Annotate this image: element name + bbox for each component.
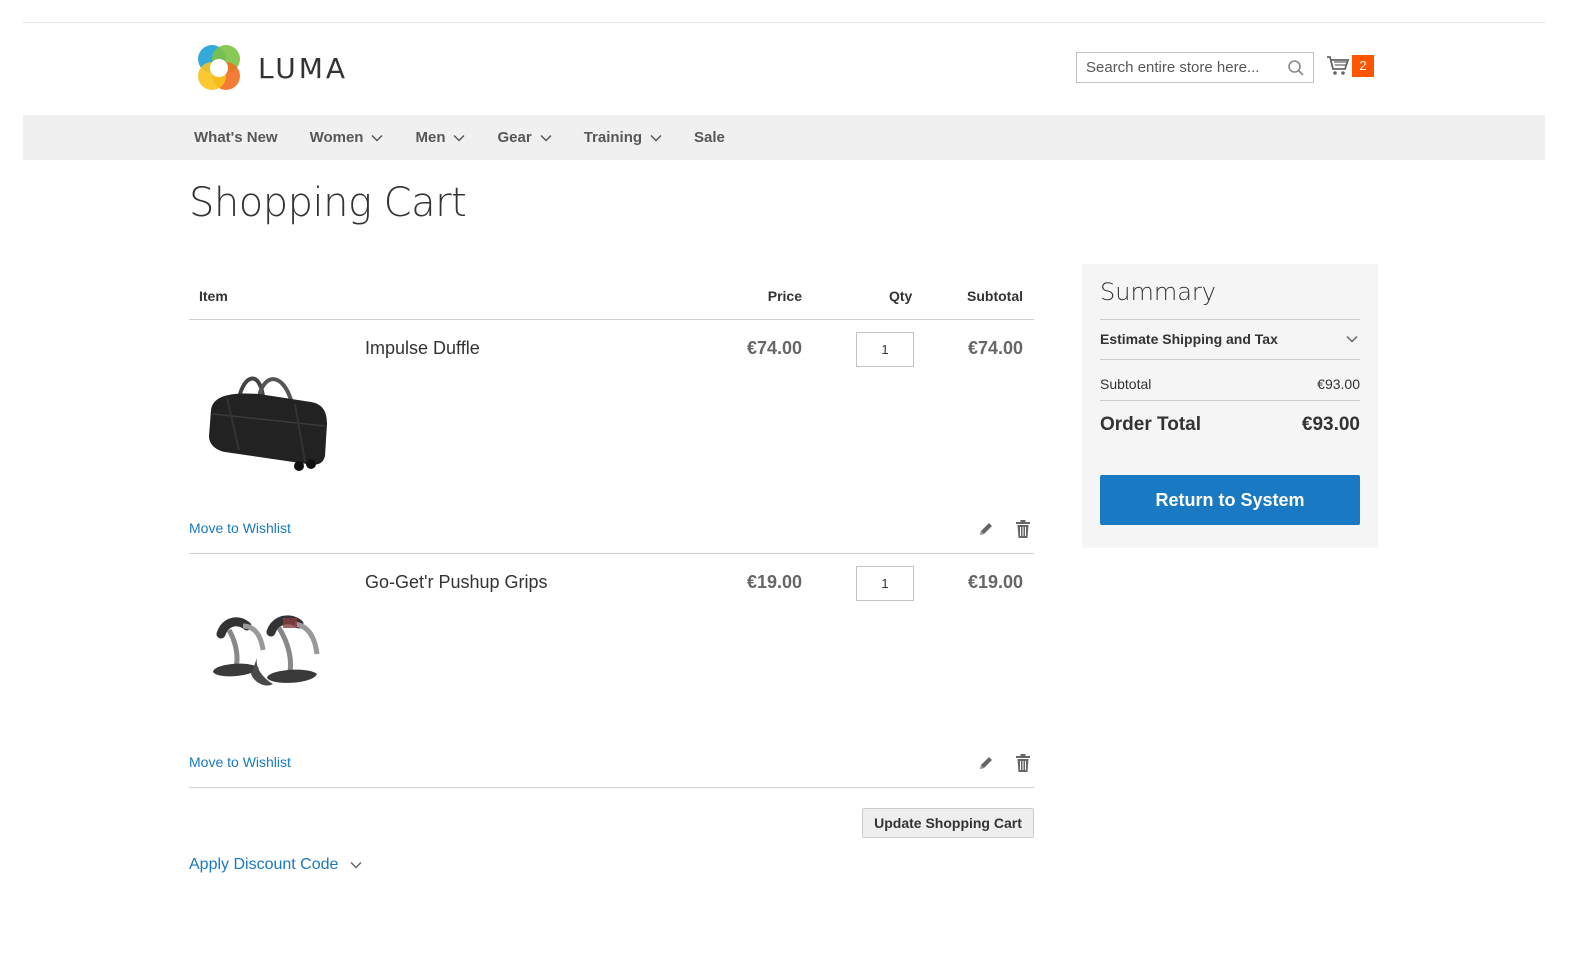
nav-label: Training bbox=[583, 129, 643, 146]
divider bbox=[189, 319, 1034, 320]
update-shopping-cart-button[interactable]: Update Shopping Cart bbox=[862, 808, 1034, 838]
store-logo[interactable]: LUMA bbox=[194, 43, 348, 93]
order-total-label: Order Total bbox=[1100, 414, 1201, 435]
product-price: €74.00 bbox=[746, 338, 802, 358]
column-header-item: Item bbox=[199, 288, 228, 304]
page-title: Shopping Cart bbox=[189, 180, 467, 226]
move-to-wishlist-link[interactable]: Move to Wishlist bbox=[189, 520, 291, 536]
minicart[interactable]: 2 bbox=[1326, 55, 1374, 77]
qty-input[interactable] bbox=[856, 332, 914, 367]
summary-title: Summary bbox=[1100, 278, 1216, 306]
nav-label: What's New bbox=[194, 129, 278, 146]
apply-discount-label: Apply Discount Code bbox=[189, 856, 339, 873]
product-price: €19.00 bbox=[746, 572, 802, 592]
nav-label: Gear bbox=[497, 129, 532, 146]
nav-item-whats-new[interactable]: What's New bbox=[194, 129, 278, 146]
luma-logo-icon bbox=[198, 45, 240, 90]
nav-item-training[interactable]: Training bbox=[584, 129, 662, 146]
trash-icon[interactable] bbox=[1015, 753, 1031, 773]
move-to-wishlist-link[interactable]: Move to Wishlist bbox=[189, 754, 291, 770]
chevron-down-icon bbox=[350, 861, 362, 869]
order-total-row: Order Total €93.00 bbox=[1100, 414, 1360, 436]
chevron-down-icon bbox=[650, 134, 662, 142]
nav-label: Women bbox=[309, 129, 364, 146]
nav-list: What's New Women Men Gear Training Sale bbox=[194, 115, 757, 160]
product-name[interactable]: Go-Get'r Pushup Grips bbox=[365, 572, 548, 593]
nav-label: Men bbox=[415, 129, 446, 146]
divider bbox=[1100, 359, 1360, 360]
product-image-pushup-grips[interactable] bbox=[199, 574, 344, 719]
chevron-down-icon bbox=[453, 134, 466, 142]
summary-subtotal-value: €93.00 bbox=[1317, 376, 1360, 392]
search-box[interactable] bbox=[1076, 52, 1314, 83]
estimate-shipping-toggle[interactable]: Estimate Shipping and Tax bbox=[1100, 331, 1360, 347]
column-header-price: Price bbox=[767, 288, 802, 304]
product-subtotal: €74.00 bbox=[967, 338, 1023, 358]
nav-item-men[interactable]: Men bbox=[415, 129, 466, 146]
chevron-down-icon bbox=[540, 134, 552, 142]
cart-summary: Summary Estimate Shipping and Tax Subtot… bbox=[1082, 264, 1378, 548]
summary-subtotal-row: Subtotal €93.00 bbox=[1100, 376, 1360, 392]
product-name[interactable]: Impulse Duffle bbox=[365, 338, 480, 359]
column-header-qty: Qty bbox=[889, 288, 913, 304]
main-navigation: What's New Women Men Gear Training Sale bbox=[23, 115, 1545, 160]
nav-item-women[interactable]: Women bbox=[310, 129, 384, 146]
search-input[interactable] bbox=[1077, 53, 1277, 82]
pencil-icon[interactable] bbox=[977, 754, 995, 772]
return-to-system-button[interactable]: Return to System bbox=[1100, 475, 1360, 525]
divider bbox=[1100, 400, 1360, 401]
estimate-shipping-label: Estimate Shipping and Tax bbox=[1100, 331, 1278, 347]
order-total-value: €93.00 bbox=[1301, 414, 1360, 435]
chevron-down-icon bbox=[1346, 335, 1358, 343]
trash-icon[interactable] bbox=[1015, 519, 1031, 539]
column-header-subtotal: Subtotal bbox=[967, 288, 1023, 304]
cart-icon[interactable] bbox=[1326, 55, 1350, 77]
product-image-duffle[interactable] bbox=[199, 340, 344, 485]
chevron-down-icon bbox=[371, 134, 384, 142]
nav-item-gear[interactable]: Gear bbox=[497, 129, 552, 146]
nav-label: Sale bbox=[694, 129, 725, 146]
brand-name: LUMA bbox=[258, 51, 349, 85]
apply-discount-toggle[interactable]: Apply Discount Code bbox=[189, 856, 362, 874]
search-icon[interactable] bbox=[1287, 59, 1305, 77]
pencil-icon[interactable] bbox=[977, 520, 995, 538]
product-subtotal: €19.00 bbox=[967, 572, 1023, 592]
summary-subtotal-label: Subtotal bbox=[1100, 376, 1152, 392]
qty-input[interactable] bbox=[856, 566, 914, 601]
cart-count-badge: 2 bbox=[1352, 55, 1374, 77]
divider bbox=[189, 553, 1034, 554]
divider bbox=[1100, 319, 1360, 320]
nav-item-sale[interactable]: Sale bbox=[694, 129, 725, 146]
divider bbox=[189, 787, 1034, 788]
